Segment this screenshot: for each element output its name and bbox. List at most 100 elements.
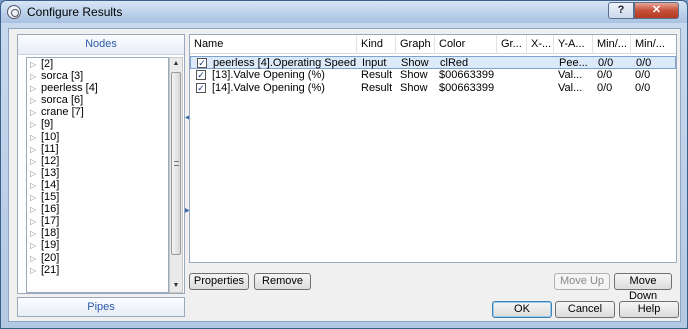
row-checkbox[interactable]: ✓ bbox=[196, 83, 206, 93]
help-caption-button[interactable]: ? bbox=[608, 2, 634, 19]
title-bar[interactable]: Configure Results ? ✕ bbox=[1, 1, 687, 23]
cancel-button[interactable]: Cancel bbox=[555, 301, 615, 318]
tree-item[interactable]: ▷ [16] bbox=[27, 203, 168, 215]
tree-item-label: crane [7] bbox=[41, 106, 84, 119]
expand-arrow-icon[interactable]: ▷ bbox=[30, 144, 41, 156]
cell-graph: Show bbox=[401, 57, 429, 69]
table-row[interactable]: ✓ [14].Valve Opening (%) Result Show $006633… bbox=[190, 82, 676, 95]
tree-item-label: [11] bbox=[41, 142, 59, 155]
app-icon bbox=[7, 5, 21, 19]
tree-item[interactable]: ▷ [20] bbox=[27, 252, 168, 264]
pipes-header[interactable]: Pipes bbox=[17, 297, 185, 317]
cell-kind: Input bbox=[362, 57, 387, 69]
cell-color: clRed bbox=[440, 57, 469, 69]
column-header[interactable]: Y-A... bbox=[554, 35, 593, 54]
cell-name: [13].Valve Opening (%) bbox=[212, 69, 325, 81]
properties-button[interactable]: Properties bbox=[189, 273, 249, 290]
column-header[interactable]: Kind bbox=[357, 35, 396, 54]
expand-arrow-icon[interactable]: ▷ bbox=[30, 156, 41, 168]
cell-name: [14].Valve Opening (%) bbox=[212, 82, 325, 94]
tree-item-label: [15] bbox=[41, 191, 60, 204]
cell-min1: 0/0 bbox=[597, 69, 613, 81]
tree-item-label: [18] bbox=[41, 227, 60, 240]
cell-y: Val... bbox=[558, 82, 583, 94]
dialog-client-area: Nodes ▷ [2] ▷ sorca [3] ▷ peerless [4] ▷ sorca … bbox=[8, 28, 681, 322]
tree-item-label: [16] bbox=[41, 203, 60, 216]
tree-item[interactable]: ▷ sorca [6] bbox=[27, 94, 168, 106]
expand-arrow-icon[interactable]: ▷ bbox=[30, 240, 41, 252]
tree-item[interactable]: ▷ crane [7] bbox=[27, 106, 168, 118]
column-header[interactable]: Min/... bbox=[593, 35, 631, 54]
tree-item[interactable]: ▷ sorca [3] bbox=[27, 70, 168, 82]
cell-y: Pee... bbox=[559, 57, 588, 69]
tree-item[interactable]: ▷ [21] bbox=[27, 264, 168, 276]
tree-item[interactable]: ▷ [10] bbox=[27, 131, 168, 143]
tree-item-label: [14] bbox=[41, 178, 60, 191]
tree-item-label: [13] bbox=[41, 166, 60, 179]
scroll-down-arrow-icon[interactable]: ▼ bbox=[170, 280, 182, 292]
tree-item-label: [17] bbox=[41, 215, 60, 228]
tree-item-label: [12] bbox=[41, 154, 60, 167]
close-button[interactable]: ✕ bbox=[634, 2, 679, 19]
table-row[interactable]: ✓ peerless [4].Operating Speed Input Show cl… bbox=[190, 56, 676, 69]
column-header[interactable]: Color bbox=[435, 35, 497, 54]
column-header[interactable]: Min/... bbox=[631, 35, 676, 54]
cell-kind: Result bbox=[361, 82, 393, 94]
ok-button[interactable]: OK bbox=[492, 301, 552, 318]
tree-item[interactable]: ▷ [2] bbox=[27, 58, 168, 70]
nodes-header[interactable]: Nodes bbox=[18, 35, 184, 55]
tree-item[interactable]: ▷ [13] bbox=[27, 167, 168, 179]
row-checkbox[interactable]: ✓ bbox=[197, 58, 207, 68]
cell-kind: Result bbox=[361, 69, 393, 81]
cell-y: Val... bbox=[558, 69, 583, 81]
cell-color: $00663399 bbox=[439, 69, 495, 81]
cell-name: peerless [4].Operating Speed bbox=[213, 57, 357, 69]
move-down-button[interactable]: Move Down bbox=[614, 273, 672, 302]
tree-item[interactable]: ▷ [15] bbox=[27, 191, 168, 203]
cell-min1: 0/0 bbox=[597, 82, 613, 94]
tree-item[interactable]: ▷ [18] bbox=[27, 227, 168, 239]
results-grid[interactable]: Name Kind Graph Color Gr... X-... Y-A... Min/..… bbox=[189, 34, 677, 263]
remove-button[interactable]: Remove bbox=[254, 273, 311, 290]
expand-arrow-icon[interactable]: ▷ bbox=[30, 265, 41, 277]
expand-arrow-icon[interactable]: ▷ bbox=[30, 132, 41, 144]
grip-icon bbox=[174, 161, 179, 166]
tree-item-label: [20] bbox=[41, 251, 60, 264]
window-title: Configure Results bbox=[27, 5, 123, 19]
cell-min2: 0/0 bbox=[636, 57, 652, 69]
help-button[interactable]: Help bbox=[619, 301, 679, 318]
nodes-scrollbar[interactable]: ▲ ▼ bbox=[169, 57, 183, 293]
scroll-up-arrow-icon[interactable]: ▲ bbox=[170, 58, 182, 70]
expand-arrow-icon[interactable]: ▷ bbox=[30, 253, 41, 265]
move-up-button[interactable]: Move Up bbox=[554, 273, 610, 290]
column-header[interactable]: Gr... bbox=[497, 35, 527, 54]
tree-item[interactable]: ▷ [9] bbox=[27, 118, 168, 130]
column-header[interactable]: Name bbox=[190, 35, 357, 54]
column-header[interactable]: Graph bbox=[396, 35, 435, 54]
grid-header: Name Kind Graph Color Gr... X-... Y-A... Min/..… bbox=[190, 35, 676, 54]
tree-item[interactable]: ▷ [17] bbox=[27, 215, 168, 227]
tree-item[interactable]: ▷ [12] bbox=[27, 155, 168, 167]
cell-min1: 0/0 bbox=[598, 57, 614, 69]
cell-graph: Show bbox=[400, 82, 428, 94]
tree-item-label: sorca [6] bbox=[41, 94, 84, 107]
scroll-thumb[interactable] bbox=[171, 72, 181, 255]
nodes-tree[interactable]: ▷ [2] ▷ sorca [3] ▷ peerless [4] ▷ sorca [6] ▷ cr… bbox=[26, 57, 169, 293]
tree-item[interactable]: ▷ [19] bbox=[27, 239, 168, 251]
cell-min2: 0/0 bbox=[635, 69, 651, 81]
tree-item-label: peerless [4] bbox=[41, 82, 98, 95]
cell-graph: Show bbox=[400, 69, 428, 81]
tree-item[interactable]: ▷ [14] bbox=[27, 179, 168, 191]
nodes-panel: Nodes ▷ [2] ▷ sorca [3] ▷ peerless [4] ▷ sorca … bbox=[17, 34, 185, 294]
tree-item[interactable]: ▷ [11] bbox=[27, 143, 168, 155]
cell-color: $00663399 bbox=[439, 82, 495, 94]
tree-item-label: [21] bbox=[41, 263, 60, 276]
expand-arrow-icon[interactable]: ▷ bbox=[30, 119, 41, 131]
tree-item[interactable]: ▷ peerless [4] bbox=[27, 82, 168, 94]
row-checkbox[interactable]: ✓ bbox=[196, 70, 206, 80]
configure-results-window: Configure Results ? ✕ Nodes ▷ [2] ▷ sorca [… bbox=[0, 0, 688, 329]
tree-item-label: sorca [3] bbox=[41, 70, 84, 83]
tree-item-label: [2] bbox=[41, 58, 54, 70]
table-row[interactable]: ✓ [13].Valve Opening (%) Result Show $006633… bbox=[190, 69, 676, 82]
column-header[interactable]: X-... bbox=[527, 35, 554, 54]
